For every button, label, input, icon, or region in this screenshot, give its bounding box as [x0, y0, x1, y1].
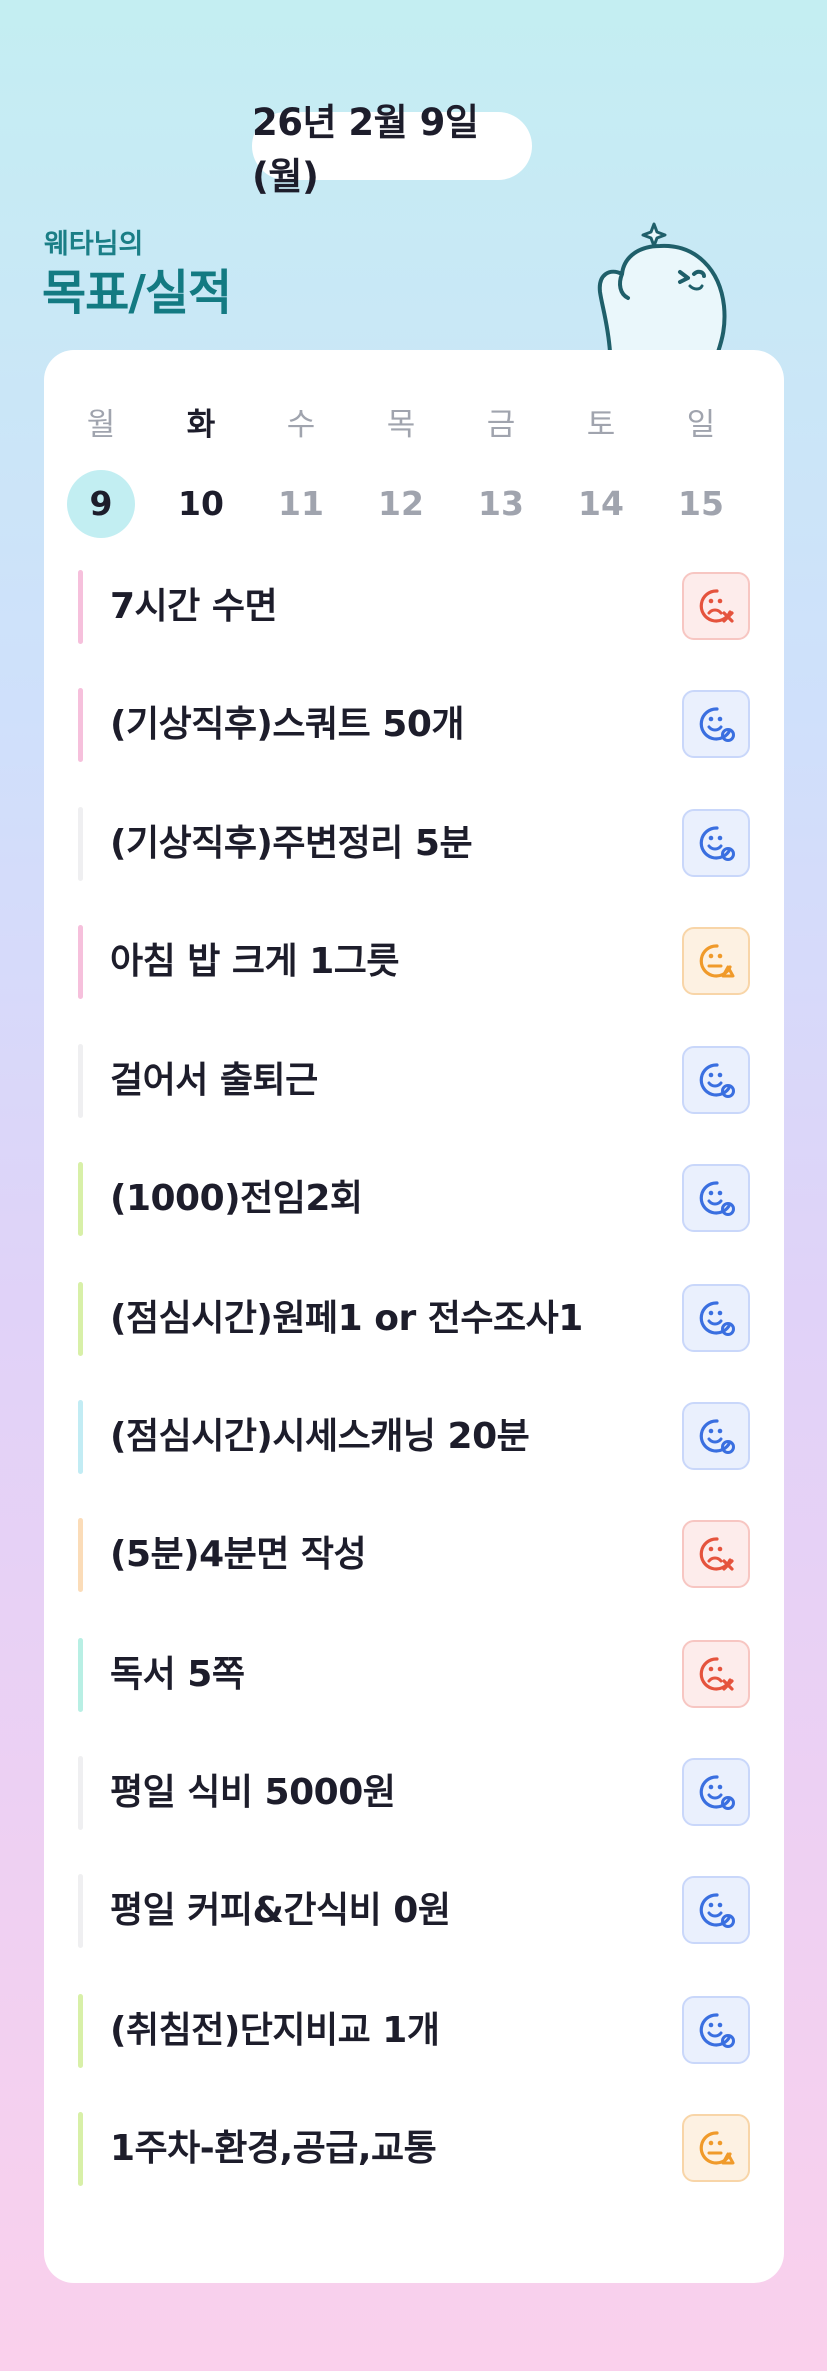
day-10[interactable]: 화 10	[166, 400, 236, 538]
goal-text: 평일 커피&간식비 0원	[110, 1890, 451, 1931]
goal-color-bar	[78, 1638, 83, 1712]
goal-color-bar	[78, 2112, 83, 2186]
sad-face-x-icon[interactable]	[682, 572, 750, 640]
goal-text: (기상직후)주변정리 5분	[110, 823, 473, 864]
day-name: 일	[686, 407, 716, 443]
week-selector: 월 9 화 10 수 11 목 12 금 13 토 14 일 15	[66, 400, 770, 540]
day-number: 15	[678, 484, 724, 523]
goal-text: 걸어서 출퇴근	[110, 1060, 318, 1101]
goal-item[interactable]: 평일 커피&간식비 0원	[78, 1872, 750, 1950]
goal-item[interactable]: (점심시간)시세스캐닝 20분	[78, 1398, 750, 1476]
date-label: 26년 2월 9일(월)	[252, 101, 479, 198]
goal-color-bar	[78, 1756, 83, 1830]
goal-text: (기상직후)스쿼트 50개	[110, 704, 465, 745]
day-14[interactable]: 토 14	[566, 400, 636, 538]
smile-face-check-icon[interactable]	[682, 1876, 750, 1944]
sad-face-x-icon[interactable]	[682, 1520, 750, 1588]
goal-text: 독서 5쪽	[110, 1654, 245, 1695]
goal-color-bar	[78, 1282, 83, 1356]
day-name: 화	[186, 407, 216, 443]
goal-text: (1000)전임2회	[110, 1178, 363, 1219]
date-selector[interactable]: 26년 2월 9일(월)	[252, 101, 532, 198]
day-number: 10	[178, 484, 224, 523]
goal-item[interactable]: (1000)전임2회	[78, 1160, 750, 1238]
goal-item[interactable]: (점심시간)원페1 or 전수조사1	[78, 1280, 750, 1358]
goal-color-bar	[78, 1044, 83, 1118]
goal-text: 아침 밥 크게 1그릇	[110, 941, 400, 982]
sad-face-x-icon[interactable]	[682, 1640, 750, 1708]
smile-face-check-icon[interactable]	[682, 809, 750, 877]
smile-face-check-icon[interactable]	[682, 1758, 750, 1826]
goal-item[interactable]: (기상직후)스쿼트 50개	[78, 686, 750, 764]
goal-item[interactable]: (5분)4분면 작성	[78, 1516, 750, 1594]
goal-text: (취침전)단지비교 1개	[110, 2010, 440, 2051]
day-number: 11	[278, 484, 324, 523]
day-13[interactable]: 금 13	[466, 400, 536, 538]
goal-color-bar	[78, 925, 83, 999]
goal-item[interactable]: 독서 5쪽	[78, 1636, 750, 1714]
day-name: 목	[386, 407, 416, 443]
day-15[interactable]: 일 15	[666, 400, 736, 538]
page-title: 목표/실적	[42, 265, 232, 321]
goal-color-bar	[78, 1994, 83, 2068]
goal-color-bar	[78, 688, 83, 762]
goal-color-bar	[78, 807, 83, 881]
goal-color-bar	[78, 1874, 83, 1948]
goal-text: (5분)4분면 작성	[110, 1534, 367, 1575]
day-number: 12	[378, 484, 424, 523]
goal-color-bar	[78, 1518, 83, 1592]
day-12[interactable]: 목 12	[366, 400, 436, 538]
goal-text: 평일 식비 5000원	[110, 1772, 396, 1813]
day-number: 14	[578, 484, 624, 523]
smile-face-check-icon[interactable]	[682, 1996, 750, 2064]
goal-color-bar	[78, 1162, 83, 1236]
day-name: 월	[86, 407, 116, 443]
day-11[interactable]: 수 11	[266, 400, 336, 538]
day-number: 9	[67, 470, 135, 538]
goal-text: (점심시간)원페1 or 전수조사1	[110, 1298, 583, 1339]
goal-text: 1주차-환경,공급,교통	[110, 2128, 437, 2169]
smile-face-check-icon[interactable]	[682, 1046, 750, 1114]
meh-face-triangle-icon[interactable]	[682, 2114, 750, 2182]
smile-face-check-icon[interactable]	[682, 1402, 750, 1470]
day-name: 토	[586, 407, 616, 443]
goal-text: 7시간 수면	[110, 586, 278, 627]
mascot-icon	[597, 222, 727, 354]
goal-color-bar	[78, 1400, 83, 1474]
goal-item[interactable]: 걸어서 출퇴근	[78, 1042, 750, 1120]
smile-face-check-icon[interactable]	[682, 690, 750, 758]
goal-item[interactable]: 7시간 수면	[78, 568, 750, 646]
goal-item[interactable]: 평일 식비 5000원	[78, 1754, 750, 1832]
goal-item[interactable]: 1주차-환경,공급,교통	[78, 2110, 750, 2188]
day-number: 13	[478, 484, 524, 523]
smile-face-check-icon[interactable]	[682, 1284, 750, 1352]
goal-text: (점심시간)시세스캐닝 20분	[110, 1416, 530, 1457]
smile-face-check-icon[interactable]	[682, 1164, 750, 1232]
goal-color-bar	[78, 570, 83, 644]
meh-face-triangle-icon[interactable]	[682, 927, 750, 995]
day-name: 수	[286, 407, 316, 443]
goal-item[interactable]: (기상직후)주변정리 5분	[78, 805, 750, 883]
day-9[interactable]: 월9	[66, 400, 136, 538]
day-name: 금	[486, 407, 516, 443]
goal-item[interactable]: (취침전)단지비교 1개	[78, 1992, 750, 2070]
goal-item[interactable]: 아침 밥 크게 1그릇	[78, 923, 750, 1001]
